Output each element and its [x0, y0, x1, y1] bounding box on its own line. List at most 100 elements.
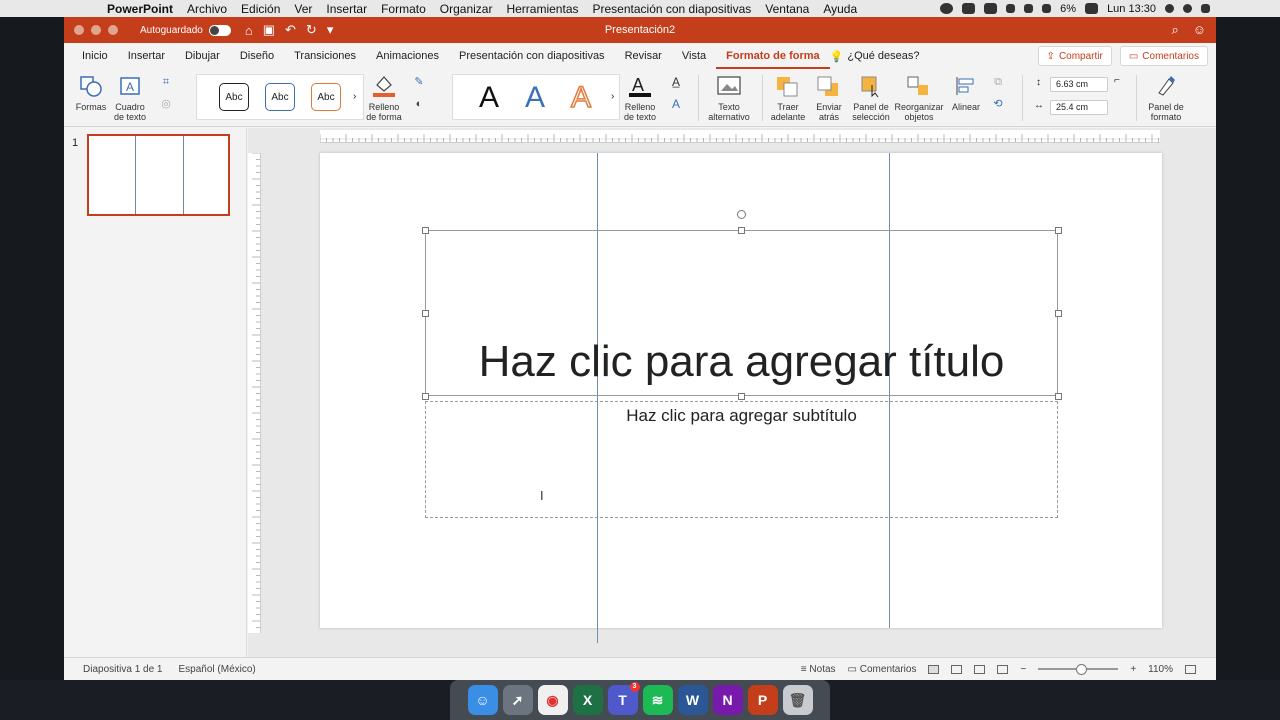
zoom-level[interactable]: 110%: [1148, 664, 1173, 675]
gallery-more-icon[interactable]: ›: [353, 91, 356, 102]
siri-icon[interactable]: [1183, 4, 1192, 13]
edit-shape-icon[interactable]: ⌗: [154, 77, 178, 88]
size-launcher-icon[interactable]: ⌐: [1114, 75, 1120, 86]
resize-handle-tl[interactable]: [422, 227, 429, 234]
vertical-guide-left[interactable]: [597, 153, 598, 643]
menu-edicion[interactable]: Edición: [234, 2, 287, 16]
comments-button[interactable]: ▭ Comentarios: [1119, 46, 1208, 66]
reading-view-icon[interactable]: [974, 664, 986, 674]
merge-shapes-icon[interactable]: ◎: [154, 99, 178, 110]
wordart-more-icon[interactable]: ›: [611, 91, 614, 102]
tab-formato-de-forma[interactable]: Formato de forma: [716, 43, 830, 69]
shape-style-3[interactable]: Abc: [311, 83, 341, 111]
customize-toolbar-icon[interactable]: ▾: [327, 22, 334, 38]
wifi-icon[interactable]: [1024, 4, 1034, 13]
tab-revisar[interactable]: Revisar: [615, 43, 672, 69]
menu-ver[interactable]: Ver: [287, 2, 319, 16]
alt-text-button[interactable]: Texto alternativo: [704, 75, 754, 122]
launchpad-icon[interactable]: ➚: [502, 685, 533, 715]
spotify-icon[interactable]: ≋: [642, 685, 673, 715]
tab-presentacion[interactable]: Presentación con diapositivas: [449, 43, 615, 69]
menu-organizar[interactable]: Organizar: [433, 2, 500, 16]
trash-icon[interactable]: 🗑: [782, 685, 813, 715]
menu-ventana[interactable]: Ventana: [758, 2, 816, 16]
zoom-window-button[interactable]: [108, 25, 118, 35]
slide-thumbnail[interactable]: [87, 134, 230, 216]
resize-handle-bl[interactable]: [422, 393, 429, 400]
word-icon[interactable]: W: [677, 685, 708, 715]
excel-icon[interactable]: X: [572, 685, 603, 715]
record-icon[interactable]: [940, 3, 954, 14]
rotate-icon[interactable]: ⟲: [988, 99, 1008, 110]
tab-inicio[interactable]: Inicio: [72, 43, 118, 69]
control-center-icon[interactable]: [1201, 4, 1210, 13]
redo-icon[interactable]: ↻: [306, 22, 317, 38]
finder-icon[interactable]: ☺: [467, 685, 498, 715]
spotlight-icon[interactable]: [1165, 4, 1174, 13]
close-window-button[interactable]: [74, 25, 84, 35]
tell-me-search[interactable]: 💡 ¿Qué deseas?: [830, 50, 920, 63]
shape-style-2[interactable]: Abc: [265, 83, 295, 111]
notes-button[interactable]: ≡ Notas: [801, 664, 836, 675]
search-icon[interactable]: ⌕: [1171, 22, 1178, 38]
resize-handle-tr[interactable]: [1055, 227, 1062, 234]
resize-handle-br[interactable]: [1055, 393, 1062, 400]
save-icon[interactable]: ▣: [263, 22, 275, 38]
arrange-objects-button[interactable]: Reorganizar objetos: [894, 75, 944, 122]
onenote-icon[interactable]: N: [712, 685, 743, 715]
format-pane-button[interactable]: Panel de formato: [1144, 73, 1188, 122]
teams-icon[interactable]: T3: [607, 682, 640, 715]
bring-forward-button[interactable]: Traer adelante: [768, 75, 808, 122]
menu-app-name[interactable]: PowerPoint: [100, 2, 180, 16]
wordart-style-2[interactable]: A: [525, 81, 545, 115]
normal-view-icon[interactable]: [928, 664, 940, 674]
shape-style-1[interactable]: Abc: [219, 83, 249, 111]
slideshow-view-icon[interactable]: [997, 664, 1009, 674]
resize-handle-tc[interactable]: [738, 227, 745, 234]
tab-dibujar[interactable]: Dibujar: [175, 43, 230, 69]
cloud-icon[interactable]: [962, 3, 976, 14]
cloud-alt-icon[interactable]: [984, 3, 998, 14]
align-button[interactable]: Alinear: [948, 75, 984, 112]
menu-archivo[interactable]: Archivo: [180, 2, 234, 16]
subtitle-placeholder-text[interactable]: Haz clic para agregar subtítulo: [426, 406, 1057, 426]
slide-canvas[interactable]: Haz clic para agregar título Haz clic pa…: [320, 153, 1162, 643]
chrome-icon[interactable]: ◉: [537, 685, 568, 715]
tab-diseno[interactable]: Diseño: [230, 43, 284, 69]
resize-handle-ml[interactable]: [422, 310, 429, 317]
minimize-window-button[interactable]: [91, 25, 101, 35]
wordart-style-3[interactable]: A: [570, 80, 592, 115]
tab-vista[interactable]: Vista: [672, 43, 716, 69]
powerpoint-icon[interactable]: P: [747, 685, 778, 715]
group-icon[interactable]: ⧉: [988, 77, 1008, 88]
account-icon[interactable]: ☺: [1193, 22, 1206, 38]
text-box-button[interactable]: A Cuadro de texto: [112, 75, 148, 122]
send-backward-button[interactable]: Enviar atrás: [810, 75, 848, 122]
menu-ayuda[interactable]: Ayuda: [816, 2, 864, 16]
menu-herramientas[interactable]: Herramientas: [499, 2, 585, 16]
menu-insertar[interactable]: Insertar: [319, 2, 374, 16]
title-placeholder[interactable]: Haz clic para agregar título: [425, 230, 1058, 396]
zoom-slider[interactable]: [1038, 664, 1119, 675]
clock[interactable]: Lun 13:30: [1107, 3, 1156, 15]
shapes-button[interactable]: Formas: [72, 75, 110, 112]
status-comments-button[interactable]: ▭ Comentarios: [848, 664, 917, 675]
shape-outline-icon[interactable]: ✎: [407, 77, 431, 88]
undo-icon[interactable]: ↶: [285, 22, 296, 38]
tab-transiciones[interactable]: Transiciones: [284, 43, 366, 69]
wordart-style-1[interactable]: A: [479, 81, 499, 115]
slide-sorter-icon[interactable]: [951, 664, 963, 674]
battery-icon[interactable]: [1085, 3, 1099, 14]
volume-icon[interactable]: [1042, 4, 1052, 13]
resize-handle-mr[interactable]: [1055, 310, 1062, 317]
bluetooth-icon[interactable]: [1006, 4, 1016, 13]
resize-handle-bc[interactable]: [738, 393, 745, 400]
tab-insertar[interactable]: Insertar: [118, 43, 175, 69]
share-button[interactable]: ⇪ Compartir: [1037, 46, 1112, 66]
shape-fill-button[interactable]: Relleno de forma: [365, 73, 403, 122]
home-icon[interactable]: ⌂: [245, 23, 253, 38]
title-placeholder-text[interactable]: Haz clic para agregar título: [426, 337, 1057, 387]
language-indicator[interactable]: Español (México): [179, 664, 256, 675]
text-outline-icon[interactable]: A̲: [664, 76, 688, 88]
menu-formato[interactable]: Formato: [374, 2, 433, 16]
